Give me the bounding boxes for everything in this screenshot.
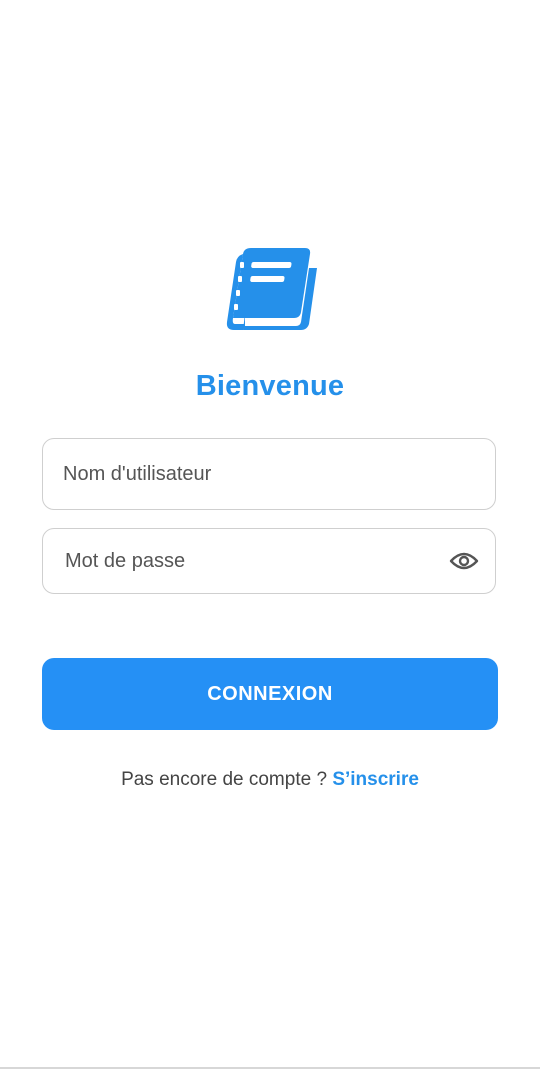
login-button[interactable]: CONNEXION: [42, 658, 498, 730]
page-title: Bienvenue: [195, 370, 345, 402]
eye-icon[interactable]: [449, 550, 479, 572]
signup-prompt-line: Pas encore de compte ? S’inscrire: [0, 769, 540, 791]
signup-link[interactable]: S’inscrire: [332, 769, 419, 790]
password-input[interactable]: [65, 529, 435, 593]
password-field[interactable]: [42, 528, 496, 594]
signup-prompt: Pas encore de compte ?: [121, 769, 328, 790]
book-icon: [226, 248, 317, 330]
username-field[interactable]: [42, 438, 496, 510]
username-input[interactable]: [63, 439, 473, 509]
